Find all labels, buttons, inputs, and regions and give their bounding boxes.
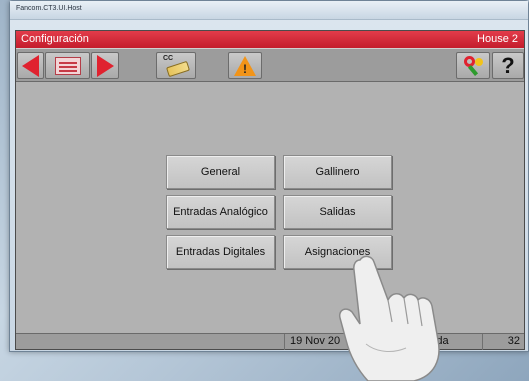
toolbar: CC ! ? [16, 48, 524, 82]
cc-key-button[interactable]: CC [156, 52, 196, 79]
help-button[interactable]: ? [492, 52, 524, 79]
house-label: House 2 [477, 33, 518, 45]
prev-button[interactable] [17, 52, 44, 79]
screen-title: Configuración [21, 33, 89, 45]
list-button[interactable] [45, 52, 90, 79]
general-button[interactable]: General [166, 155, 275, 189]
status-bar: 19 Nov 20 om Eda 32 [16, 333, 524, 350]
window-titlebar: Fancom.CT3.UI.Host [10, 1, 528, 20]
config-menu-panel: General Gallinero Entradas Analógico Sal… [16, 82, 524, 333]
status-date: 19 Nov 20 [290, 335, 341, 347]
asignaciones-button[interactable]: Asignaciones [283, 235, 392, 269]
status-time: om [385, 335, 401, 347]
gallinero-button[interactable]: Gallinero [283, 155, 392, 189]
salidas-button[interactable]: Salidas [283, 195, 392, 229]
cc-key-icon: CC [161, 55, 191, 77]
keys-icon [461, 55, 485, 77]
warning-icon: ! [234, 55, 256, 76]
app-window: Fancom.CT3.UI.Host Configuración House 2… [9, 0, 529, 352]
entradas-analogico-button[interactable]: Entradas Analógico [166, 195, 275, 229]
status-value: 32 [507, 335, 520, 347]
status-mode: Eda [429, 335, 449, 347]
window-title: Fancom.CT3.UI.Host [16, 5, 82, 12]
next-arrow-icon [96, 54, 114, 77]
keys-button[interactable] [456, 52, 490, 79]
screen-header: Configuración House 2 [16, 31, 524, 48]
next-button[interactable] [91, 52, 119, 79]
prev-arrow-icon [22, 54, 39, 77]
list-icon [54, 56, 81, 75]
help-icon: ? [501, 52, 515, 78]
alarm-button[interactable]: ! [228, 52, 262, 79]
app-frame: Configuración House 2 CC ! ? General Gal… [15, 30, 525, 350]
entradas-digitales-button[interactable]: Entradas Digitales [166, 235, 275, 269]
